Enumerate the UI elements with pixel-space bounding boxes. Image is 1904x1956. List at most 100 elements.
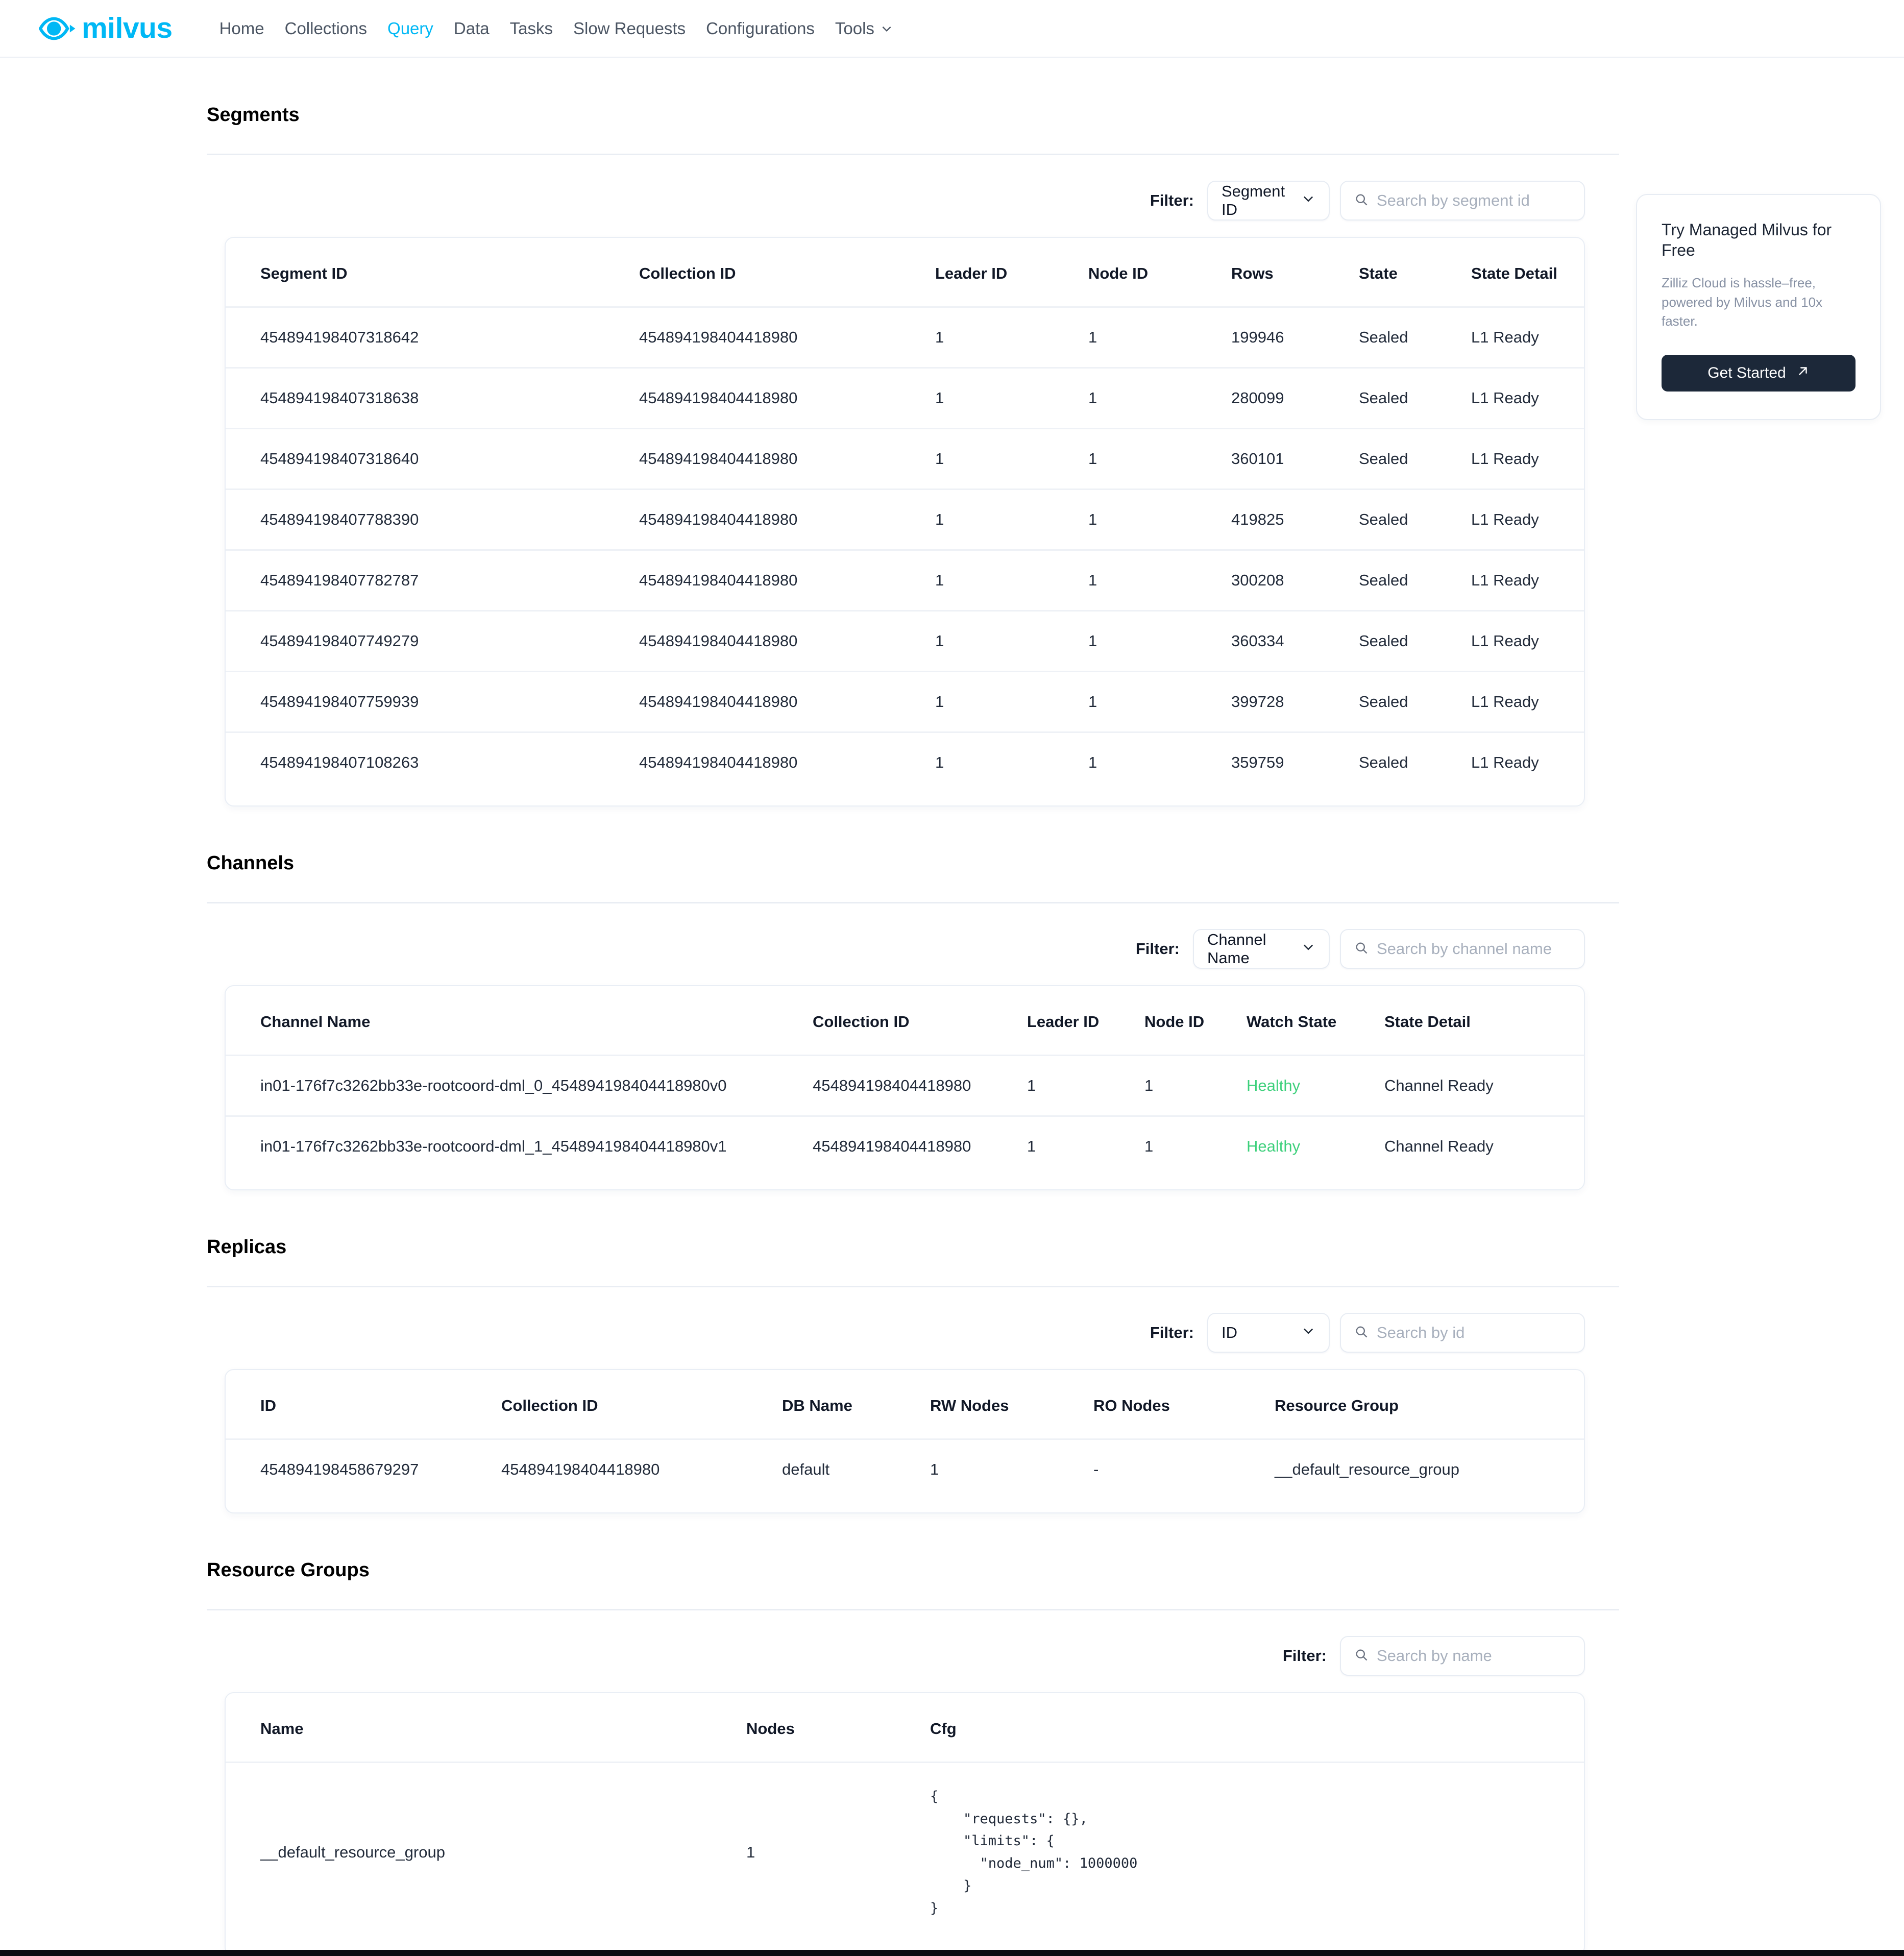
cell-channel-name: in01-176f7c3262bb33e-rootcoord-dml_0_454… [226,1055,813,1116]
cell-node-id: 1 [1088,488,1231,550]
chevron-down-icon [880,22,893,35]
resource-groups-table-head: Name Nodes Cfg [226,1693,1584,1762]
channels-table-card: Channel Name Collection ID Leader ID Nod… [225,985,1585,1190]
table-row[interactable]: 454894198407759939 454894198404418980 1 … [226,671,1584,732]
segments-header: Segments [207,58,1619,155]
cell-collection-id: 454894198404418980 [639,549,935,611]
table-row[interactable]: 454894198407108263 454894198404418980 1 … [226,731,1584,792]
replicas-table-body: 454894198458679297 454894198404418980 de… [226,1438,1584,1499]
table-row[interactable]: __default_resource_group 1 { "requests":… [226,1762,1584,1942]
segments-table-body: 454894198407318642 454894198404418980 1 … [226,306,1584,792]
nav-item-data[interactable]: Data [444,14,500,43]
table-row[interactable]: 454894198407318640 454894198404418980 1 … [226,428,1584,490]
replicas-search-box[interactable] [1340,1313,1585,1353]
resource-groups-table-body: __default_resource_group 1 { "requests":… [226,1762,1584,1942]
nav-item-configurations[interactable]: Configurations [696,14,825,43]
column-header-node-id: Node ID [1144,1013,1205,1031]
column-header-watch-state: Watch State [1247,1013,1337,1031]
channels-filter-row: Filter: Channel Name [207,903,1585,969]
channels-table: Channel Name Collection ID Leader ID Nod… [226,986,1584,1176]
segments-search-input[interactable] [1377,191,1571,210]
channels-title: Channels [207,852,295,874]
table-row[interactable]: 454894198407749279 454894198404418980 1 … [226,610,1584,672]
nav-item-query[interactable]: Query [377,14,444,43]
nav-item-slow-requests[interactable]: Slow Requests [563,14,696,43]
channels-header: Channels [207,806,1619,903]
cell-collection-id: 454894198404418980 [813,1115,1027,1176]
milvus-logo[interactable]: milvus [39,9,173,48]
column-header-segment-id: Segment ID [260,264,348,282]
table-row[interactable]: 454894198407318638 454894198404418980 1 … [226,367,1584,429]
replicas-header: Replicas [207,1190,1619,1287]
cell-collection-id: 454894198404418980 [639,428,935,490]
segments-filter-select[interactable]: Segment ID [1207,181,1330,221]
cell-segment-id: 454894198407108263 [226,731,639,792]
column-header-cfg: Cfg [930,1720,957,1738]
channels-filter-select[interactable]: Channel Name [1193,929,1330,969]
nav-item-home[interactable]: Home [209,14,275,43]
channels-search-input[interactable] [1377,940,1571,958]
promo-card: Try Managed Milvus for Free Zilliz Cloud… [1636,194,1881,421]
segments-search-box[interactable] [1340,181,1585,221]
column-header-collection-id: Collection ID [501,1397,598,1414]
nav-links: Home Collections Query Data Tasks Slow R… [209,14,904,43]
cell-state: Sealed [1359,731,1471,792]
table-row[interactable]: in01-176f7c3262bb33e-rootcoord-dml_1_454… [226,1115,1584,1176]
cell-state: Sealed [1359,671,1471,732]
cell-state: Sealed [1359,610,1471,672]
cell-node-id: 1 [1144,1115,1247,1176]
nav-item-tools[interactable]: Tools [825,14,904,43]
replicas-filter-select[interactable]: ID [1207,1313,1330,1353]
cell-node-id: 1 [1088,610,1231,672]
resource-groups-table-card: Name Nodes Cfg __default_resource_group … [225,1692,1585,1956]
table-header-row: ID Collection ID DB Name RW Nodes RO Nod… [226,1370,1584,1439]
channels-filter-label: Filter: [1135,940,1180,958]
column-header-name: Name [260,1720,304,1738]
column-header-state-detail: State Detail [1471,264,1557,282]
promo-title: Try Managed Milvus for Free [1662,221,1832,259]
resource-groups-filter-label: Filter: [1282,1647,1327,1665]
segments-table-card: Segment ID Collection ID Leader ID Node … [225,237,1585,806]
segments-filter-select-value: Segment ID [1222,182,1285,218]
cell-ro-nodes: - [1093,1438,1275,1499]
nav-item-collections[interactable]: Collections [275,14,377,43]
column-header-leader-id: Leader ID [935,264,1008,282]
replicas-search-input[interactable] [1377,1324,1571,1342]
segments-title: Segments [207,104,300,126]
cell-rows: 359759 [1231,731,1359,792]
table-header-row: Segment ID Collection ID Leader ID Node … [226,238,1584,307]
replicas-table-head: ID Collection ID DB Name RW Nodes RO Nod… [226,1370,1584,1439]
channels-search-box[interactable] [1340,929,1585,969]
resource-groups-search-input[interactable] [1377,1647,1571,1665]
cell-node-id: 1 [1144,1055,1247,1116]
cell-state-detail: L1 Ready [1471,610,1584,672]
get-started-button[interactable]: Get Started [1662,355,1856,392]
replicas-filter-row: Filter: ID [207,1287,1585,1353]
table-row[interactable]: 454894198407782787 454894198404418980 1 … [226,549,1584,611]
cell-state-detail: L1 Ready [1471,549,1584,611]
cell-state-detail: L1 Ready [1471,488,1584,550]
cell-leader-id: 1 [935,488,1088,550]
resource-groups-section: Resource Groups Filter: Name Node [0,1513,1904,1956]
table-row[interactable]: 454894198458679297 454894198404418980 de… [226,1438,1584,1499]
cell-rows: 419825 [1231,488,1359,550]
column-header-leader-id: Leader ID [1027,1013,1100,1031]
cell-rows: 399728 [1231,671,1359,732]
table-row[interactable]: 454894198407788390 454894198404418980 1 … [226,488,1584,550]
segments-section: Segments Filter: Segment ID Search by se… [0,58,1904,806]
resource-groups-search-box[interactable] [1340,1636,1585,1676]
promo-subtitle: Zilliz Cloud is hassle–free, powered by … [1662,275,1823,329]
table-row[interactable]: 454894198407318642 454894198404418980 1 … [226,306,1584,368]
column-header-rows: Rows [1231,264,1274,282]
milvus-eye-logo-icon [39,9,78,48]
channels-table-body: in01-176f7c3262bb33e-rootcoord-dml_0_454… [226,1055,1584,1176]
cell-leader-id: 1 [935,367,1088,429]
column-header-resource-group: Resource Group [1275,1397,1399,1414]
cell-leader-id: 1 [935,671,1088,732]
nav-item-tasks[interactable]: Tasks [500,14,563,43]
replicas-filter-label: Filter: [1150,1324,1194,1341]
footer-bar [0,1950,1904,1956]
column-header-node-id: Node ID [1088,264,1149,282]
table-row[interactable]: in01-176f7c3262bb33e-rootcoord-dml_0_454… [226,1055,1584,1116]
cell-state-detail: L1 Ready [1471,671,1584,732]
